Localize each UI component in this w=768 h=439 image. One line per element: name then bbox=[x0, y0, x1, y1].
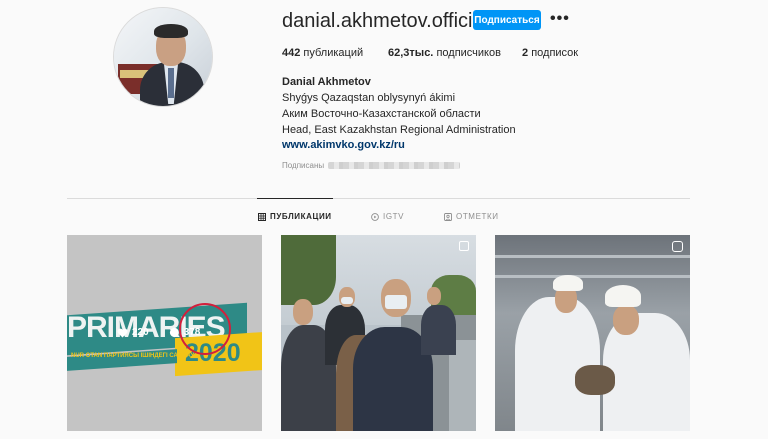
profile-username: danial.akhmetov.official bbox=[282, 10, 489, 32]
following-count: 2 bbox=[522, 47, 529, 59]
reels-icon bbox=[672, 241, 683, 252]
posts-count-stat: 442 публикаций bbox=[282, 47, 363, 59]
tab-label: ОТМЕТКИ bbox=[456, 212, 499, 221]
igtv-icon bbox=[371, 212, 379, 221]
profile-avatar[interactable] bbox=[113, 7, 213, 107]
heart-icon bbox=[117, 328, 128, 338]
followers-label: подписчиков bbox=[436, 47, 501, 59]
bio-line: Аким Восточно-Казахстанской области bbox=[282, 108, 481, 120]
followed-by[interactable]: Подписаны bbox=[282, 161, 461, 170]
following-stat[interactable]: 2 подписок bbox=[522, 47, 578, 59]
post-thumbnail[interactable]: PRIMARIES 2020 NUR OTAN ПАРТИЯСЫ ІШІНДЕГ… bbox=[67, 235, 262, 431]
post-image-subtitle: NUR OTAN ПАРТИЯСЫ ІШІНДЕГІ САЙЛАУ bbox=[71, 353, 195, 359]
multiple-photos-icon bbox=[459, 241, 469, 251]
tag-icon bbox=[444, 212, 452, 221]
tab-tagged[interactable]: ОТМЕТКИ bbox=[444, 212, 499, 221]
likes-count: 220 bbox=[132, 327, 149, 338]
follow-button[interactable]: Подписаться bbox=[473, 10, 541, 30]
grid-icon bbox=[258, 212, 266, 221]
comments-stat: 378 bbox=[169, 327, 201, 338]
active-tab-indicator bbox=[257, 198, 333, 199]
blurred-names bbox=[328, 162, 461, 170]
bio-line: Shyǵys Qazaqstan oblysynyń ákimi bbox=[282, 92, 456, 104]
post-thumbnail[interactable] bbox=[281, 235, 476, 431]
tab-label: IGTV bbox=[383, 212, 405, 221]
tab-posts[interactable]: ПУБЛИКАЦИИ bbox=[258, 212, 332, 221]
likes-stat: 220 bbox=[117, 327, 149, 338]
bio-name: Danial Akhmetov bbox=[282, 76, 371, 88]
posts-label: публикаций bbox=[303, 47, 364, 59]
post-thumbnail[interactable] bbox=[495, 235, 690, 431]
followers-count: 62,3тыс. bbox=[388, 47, 434, 59]
tabs-divider bbox=[67, 198, 690, 199]
followed-by-label: Подписаны bbox=[282, 161, 325, 170]
post-hover-stats: 220 378 bbox=[117, 327, 200, 338]
tab-igtv[interactable]: IGTV bbox=[371, 212, 404, 221]
followers-stat[interactable]: 62,3тыс. подписчиков bbox=[388, 47, 501, 59]
bio-website-link[interactable]: www.akimvko.gov.kz/ru bbox=[282, 139, 405, 151]
comment-icon bbox=[169, 327, 179, 338]
comments-count: 378 bbox=[183, 327, 201, 338]
bio-line: Head, East Kazakhstan Regional Administr… bbox=[282, 124, 516, 136]
following-label: подписок bbox=[531, 47, 579, 59]
tab-label: ПУБЛИКАЦИИ bbox=[270, 212, 332, 221]
posts-count: 442 bbox=[282, 47, 301, 59]
more-horizontal-icon[interactable]: ••• bbox=[550, 11, 570, 27]
